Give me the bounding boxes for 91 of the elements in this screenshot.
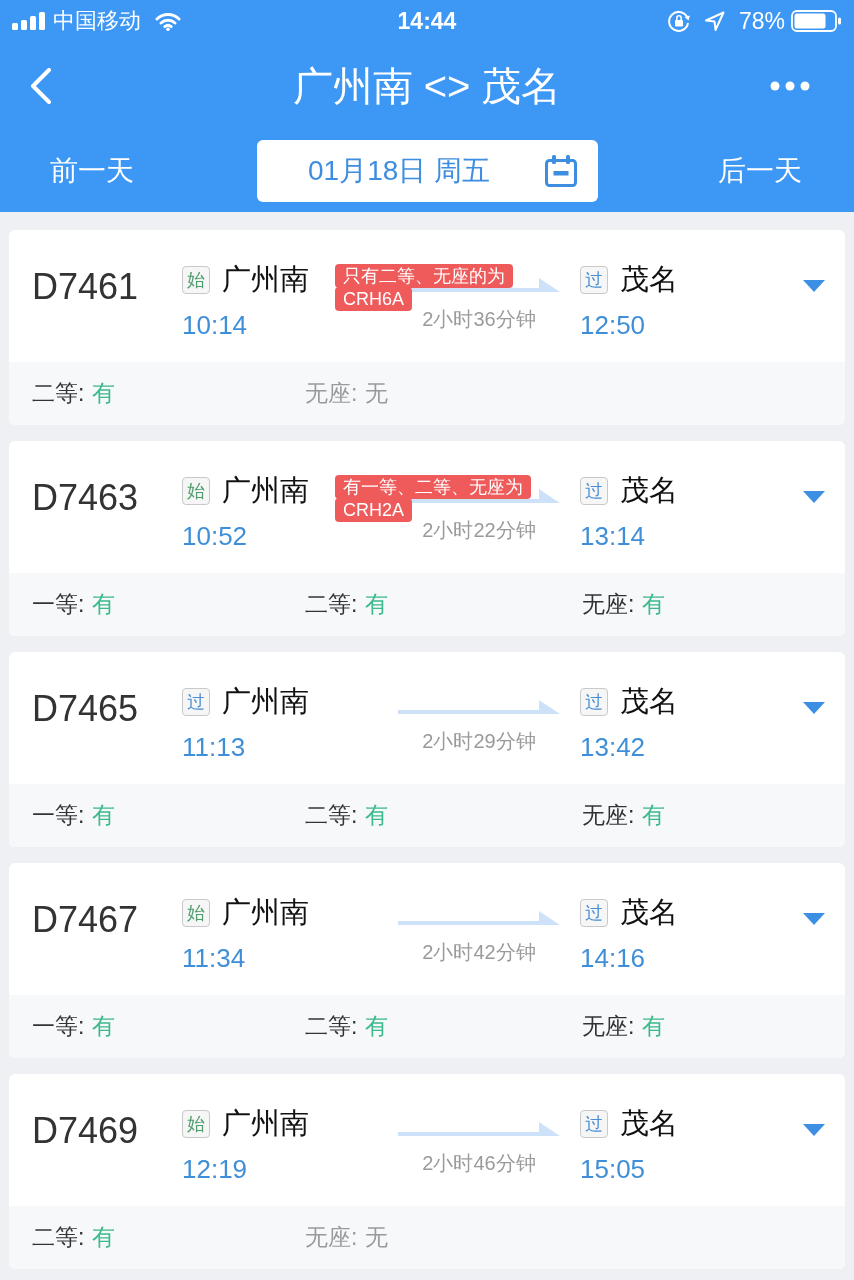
seat-status: 有 [92,1013,116,1039]
arrival-time: 14:16 [580,943,646,973]
seat-status: 有 [92,802,116,828]
calendar-icon [544,154,578,188]
arrival-time: 15:05 [580,1154,646,1184]
station-tag: 过 [580,1110,608,1138]
departure-time: 11:13 [182,732,246,762]
seat-class: 一等: [32,802,85,828]
seat-class: 二等: [305,591,358,617]
travel-duration: 2小时46分钟 [422,1151,536,1175]
train-type-note: 只有二等、无座的为 CRH6A [335,265,513,311]
seat-status: 有 [92,1224,116,1250]
departure-time: 12:19 [182,1154,248,1184]
train-card[interactable]: D7463 始 广州南 10:52 有一等、二等、无座为 CRH2A 2小时22分钟 过 茂名 13:14 一等: 有 二等: 有 无座: 有 [9,441,845,636]
station-tag: 过 [182,688,210,716]
station-name: 广州南 [222,473,309,508]
seat-status: 有 [642,1013,666,1039]
seat-status: 有 [92,380,116,406]
caret-icon[interactable] [803,1124,825,1136]
seat-status: 有 [642,591,666,617]
station-tag: 始 [182,1110,210,1138]
seat-status: 有 [365,802,389,828]
seat-class: 无座: [582,591,635,617]
status-time: 14:44 [397,7,457,35]
seat-status: 有 [365,1013,389,1039]
caret-icon[interactable] [803,491,825,503]
seat-class: 二等: [305,802,358,828]
wifi-icon [155,11,181,31]
departure-time: 10:14 [182,310,248,340]
caret-icon[interactable] [803,913,825,925]
station-name: 广州南 [222,1106,309,1141]
station-name: 茂名 [620,262,678,297]
arrow-icon [398,700,560,714]
departure-time: 10:52 [182,521,248,551]
station-name: 广州南 [222,684,309,719]
station-tag: 过 [580,899,608,927]
train-number: D7461 [32,266,139,307]
arrow-icon [398,911,560,925]
route-title: 广州南 <> 茂名 [291,62,563,110]
rotation-lock-icon [666,9,691,33]
seat-status: 无 [365,1224,389,1250]
location-icon [703,10,725,32]
train-type-note: 有一等、二等、无座为 CRH2A [335,476,531,522]
station-tag: 始 [182,266,210,294]
seat-class: 无座: [305,1224,358,1250]
seat-status: 有 [642,802,666,828]
seat-class: 二等: [32,1224,85,1250]
arrival-time: 13:14 [580,521,646,551]
train-number: D7463 [32,477,139,518]
station-name: 茂名 [620,473,678,508]
arrival-time: 12:50 [580,310,646,340]
seat-class: 无座: [582,1013,635,1039]
caret-icon[interactable] [803,702,825,714]
travel-duration: 2小时42分钟 [422,940,536,964]
arrow-icon [398,1122,560,1136]
seat-class: 一等: [32,591,85,617]
train-card[interactable]: D7465 过 广州南 11:13 2小时29分钟 过 茂名 13:42 一等: 有 二等: 有 无座: 有 [9,652,845,847]
train-number: D7465 [32,688,139,729]
travel-duration: 2小时29分钟 [422,729,536,753]
battery-icon [791,10,842,32]
station-name: 广州南 [222,895,309,930]
seat-class: 二等: [32,380,85,406]
train-number: D7469 [32,1110,139,1151]
station-tag: 始 [182,899,210,927]
station-name: 茂名 [620,684,678,719]
train-card[interactable]: D7469 始 广州南 12:19 2小时46分钟 过 茂名 15:05 二等: 有 无座: 无 [9,1074,845,1269]
seat-status: 有 [365,591,389,617]
train-card[interactable]: D7467 始 广州南 11:34 2小时42分钟 过 茂名 14:16 一等: 有 二等: 有 无座: 有 [9,863,845,1058]
train-number: D7467 [32,899,139,940]
departure-time: 11:34 [182,943,246,973]
train-card[interactable]: D7461 始 广州南 10:14 只有二等、无座的为 CRH6A 2小时36分钟 过 茂名 12:50 二等: 有 无座: 无 [9,230,845,425]
seat-status: 无 [365,380,389,406]
station-tag: 过 [580,266,608,294]
more-icon[interactable] [770,81,810,91]
station-tag: 始 [182,477,210,505]
arrival-time: 13:42 [580,732,646,762]
seat-class: 无座: [582,802,635,828]
caret-icon[interactable] [803,280,825,292]
seat-class: 无座: [305,380,358,406]
back-icon[interactable] [30,68,52,104]
station-tag: 过 [580,688,608,716]
seat-class: 二等: [305,1013,358,1039]
station-tag: 过 [580,477,608,505]
seat-status: 有 [92,591,116,617]
station-name: 广州南 [222,262,309,297]
seat-class: 一等: [32,1013,85,1039]
station-name: 茂名 [620,1106,678,1141]
battery-percent: 78% [738,7,785,35]
station-name: 茂名 [620,895,678,930]
carrier-name: 中国移动 [53,7,141,35]
signal-icon [12,12,46,30]
